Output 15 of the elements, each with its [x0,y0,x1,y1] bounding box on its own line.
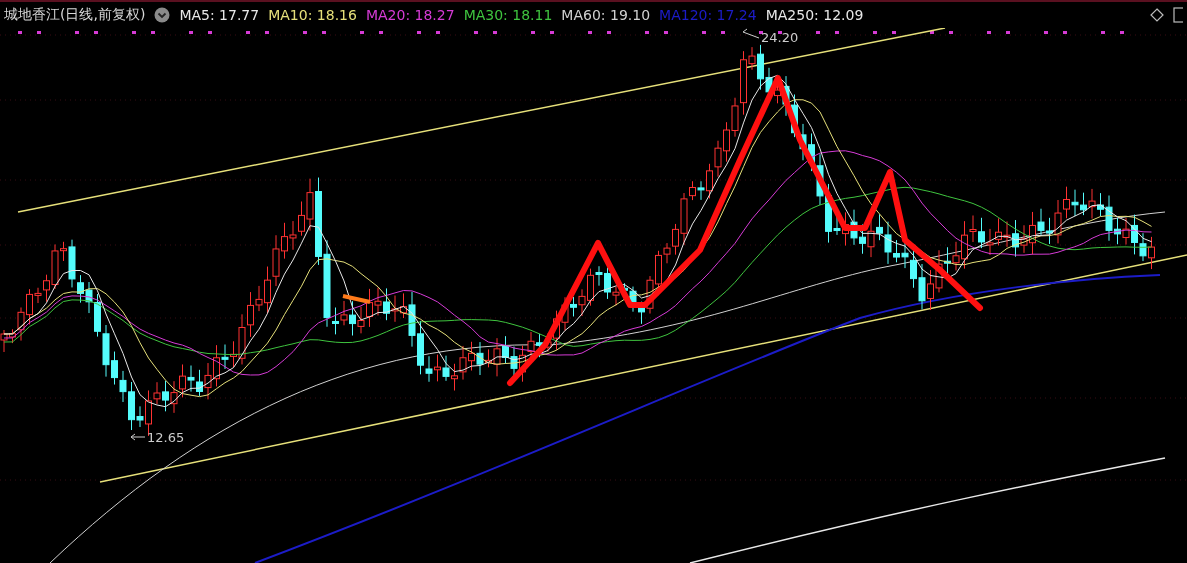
marker-line [342,294,371,304]
price-label: 12.65 [147,430,185,445]
price-label: 24.20 [761,30,799,45]
leader-line [742,28,760,39]
moving-average-legend: MA30: 18.11 [463,7,553,23]
stock-title: 城地香江(日线,前复权) [4,6,146,24]
moving-average-legend: MA250: 12.09 [765,7,864,23]
moving-average-legend: MA20: 18.27 [365,7,455,23]
moving-average-legend: MA5: 17.77 [179,7,260,23]
diamond-icon[interactable] [1150,8,1164,22]
dropdown-icon[interactable] [154,7,171,23]
moving-average-legend: MA60: 19.10 [561,7,651,23]
moving-average-legend: MA120: 17.24 [659,7,757,23]
moving-average-legend: MA10: 18.16 [268,7,357,23]
leader-line [130,433,146,441]
